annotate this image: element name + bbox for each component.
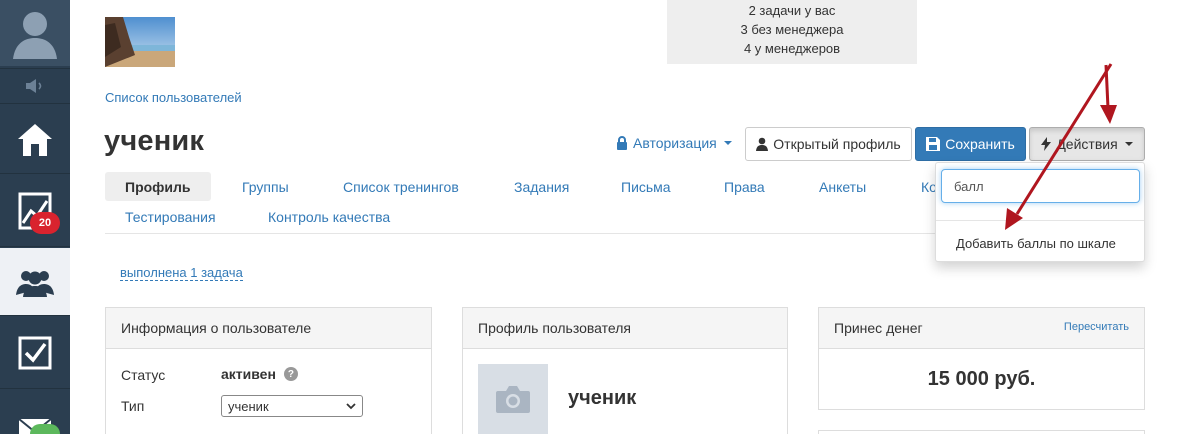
tab-profile[interactable]: Профиль <box>105 172 211 201</box>
stats-line-managers: 4 у менеджеров <box>743 41 841 56</box>
authorization-label: Авторизация <box>633 135 717 151</box>
users-icon <box>16 270 54 297</box>
tab-groups[interactable]: Группы <box>222 172 309 201</box>
actions-dropdown-button[interactable]: Действия <box>1029 127 1145 161</box>
checkbox-icon <box>18 336 52 369</box>
tab-rights[interactable]: Права <box>704 172 785 201</box>
sidebar-item-users[interactable] <box>0 248 70 316</box>
header-image <box>105 17 175 67</box>
stats-line-no-manager: 3 без менеджера <box>740 22 844 37</box>
type-label: Тип <box>121 398 145 414</box>
next-panel <box>818 430 1145 434</box>
save-label: Сохранить <box>945 136 1015 152</box>
profile-photo-placeholder[interactable] <box>478 364 548 434</box>
recalculate-link[interactable]: Пересчитать <box>1064 321 1129 333</box>
user-info-header: Информация о пользователе <box>106 308 431 349</box>
money-header-label: Принес денег <box>834 320 923 336</box>
open-profile-label: Открытый профиль <box>773 136 901 152</box>
notification-badge: 20 <box>30 212 60 234</box>
user-info-panel: Информация о пользователе Статус активен… <box>105 307 432 434</box>
user-silhouette-icon <box>13 12 57 59</box>
completed-tasks-link[interactable]: выполнена 1 задача <box>120 265 243 281</box>
camera-icon <box>496 386 530 413</box>
stats-line-own: 2 задачи у вас <box>748 3 836 18</box>
user-avatar[interactable] <box>0 0 70 66</box>
profile-name: ученик <box>568 387 637 409</box>
user-icon <box>756 137 769 151</box>
tab-assignments[interactable]: Задания <box>494 172 589 201</box>
money-header: Принес денег Пересчитать <box>819 308 1144 349</box>
money-value: 15 000 руб. <box>927 368 1036 390</box>
status-value-row: активен ? <box>221 366 298 382</box>
caret-down-icon <box>1124 142 1133 146</box>
user-type-select[interactable]: ученик <box>221 395 363 417</box>
actions-search-input[interactable] <box>941 169 1140 203</box>
sidebar-item-tasks[interactable] <box>0 317 70 389</box>
user-profile-header: Профиль пользователя <box>463 308 787 349</box>
sound-toggle[interactable] <box>0 68 70 104</box>
actions-dropdown-menu: Добавить баллы по шкале <box>935 162 1145 262</box>
status-value: активен <box>221 366 276 382</box>
lightning-icon <box>1041 137 1052 151</box>
home-icon <box>18 123 52 156</box>
status-label: Статус <box>121 367 166 383</box>
sidebar-item-home[interactable] <box>0 106 70 174</box>
user-profile-panel: Профиль пользователя ученик <box>462 307 788 434</box>
user-type-value: ученик <box>228 398 269 414</box>
tab-letters[interactable]: Письма <box>601 172 691 201</box>
floppy-disk-icon <box>926 137 941 151</box>
help-icon[interactable]: ? <box>283 367 298 381</box>
sidebar-item-statistics[interactable] <box>0 175 70 247</box>
breadcrumb-users-list[interactable]: Список пользователей <box>105 90 242 105</box>
save-button[interactable]: Сохранить <box>915 127 1026 161</box>
tabs-divider <box>105 233 935 234</box>
messages-badge <box>30 424 60 434</box>
tab-questionnaires[interactable]: Анкеты <box>799 172 886 201</box>
sidebar: 20 <box>0 0 70 434</box>
arrowhead-actions-icon <box>1100 105 1117 124</box>
page-title: ученик <box>104 125 205 157</box>
actions-label: Действия <box>1056 136 1118 152</box>
tab-tests[interactable]: Тестирования <box>105 202 236 231</box>
tab-quality-control[interactable]: Контроль качества <box>248 202 410 231</box>
authorization-dropdown[interactable]: Авторизация <box>616 135 732 151</box>
caret-down-icon <box>723 141 732 145</box>
arrow-to-actions <box>1104 64 1110 109</box>
money-panel: Принес денег Пересчитать 15 000 руб. <box>818 307 1145 410</box>
open-profile-button[interactable]: Открытый профиль <box>745 127 912 161</box>
add-scale-points-item[interactable]: Добавить баллы по шкале <box>956 236 1116 251</box>
speaker-icon <box>26 79 42 93</box>
landscape-image <box>105 17 175 67</box>
chevron-down-icon <box>346 402 356 409</box>
lock-icon <box>617 136 627 150</box>
profile-tabs: Профиль Группы Список тренингов Задания … <box>105 172 937 234</box>
tab-trainings-list[interactable]: Список тренингов <box>323 172 479 201</box>
tasks-summary: 2 задачи у вас 3 без менеджера 4 у менед… <box>667 0 917 64</box>
dropdown-divider <box>936 220 1144 221</box>
